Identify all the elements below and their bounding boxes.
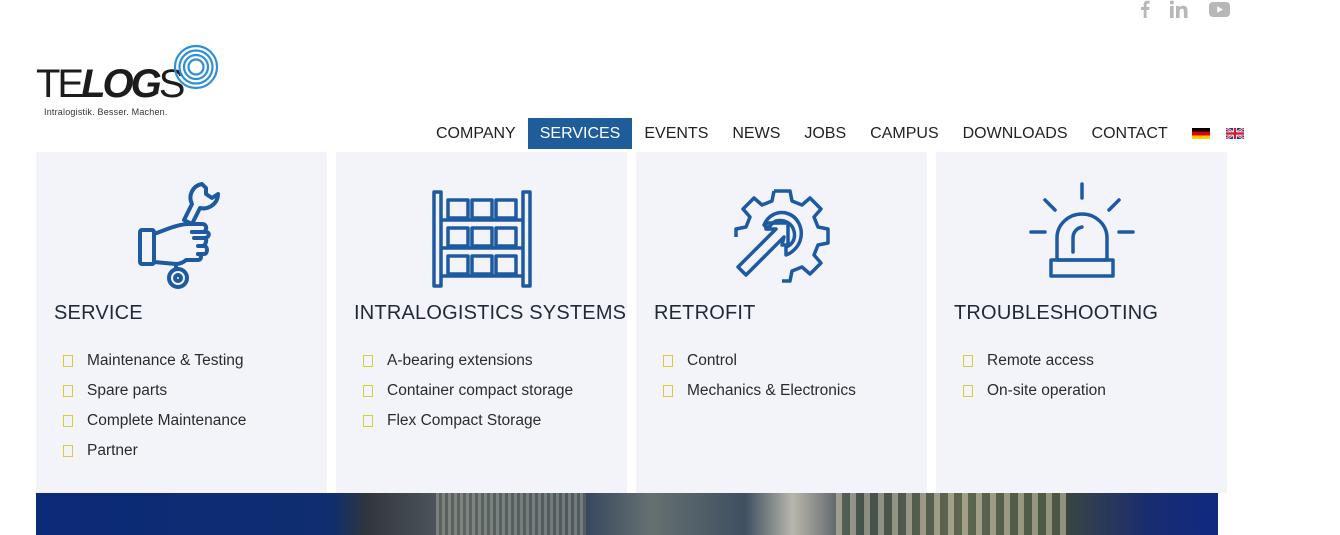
menu-title-retrofit[interactable]: RETROFIT (654, 302, 756, 325)
nav-item-downloads[interactable]: DOWNLOADS (951, 118, 1080, 149)
intralogistics-links: A-bearing extensions Container compact s… (363, 346, 573, 436)
wrench-hand-icon (137, 182, 220, 289)
list-item[interactable]: Remote access (963, 346, 1106, 376)
square-bullet-icon (963, 385, 973, 397)
square-bullet-icon (363, 385, 373, 397)
main-navigation: COMPANY SERVICES EVENTS NEWS JOBS CAMPUS… (424, 118, 1256, 149)
square-bullet-icon (63, 355, 73, 367)
facebook-icon[interactable] (1140, 0, 1150, 18)
link-text: Remote access (987, 352, 1094, 369)
logo-te: TE (36, 62, 84, 106)
menu-title-troubleshooting[interactable]: TROUBLESHOOTING (954, 302, 1158, 325)
list-item[interactable]: Mechanics & Electronics (663, 376, 856, 406)
logo-tagline: Intralogistik. Besser. Machen. (44, 107, 168, 117)
nav-item-news[interactable]: NEWS (720, 118, 792, 149)
logo-rings-icon (173, 44, 219, 90)
square-bullet-icon (663, 385, 673, 397)
list-item[interactable]: Container compact storage (363, 376, 573, 406)
link-text: Mechanics & Electronics (687, 382, 856, 399)
list-item[interactable]: Control (663, 346, 856, 376)
square-bullet-icon (63, 385, 73, 397)
link-text: On-site operation (987, 382, 1106, 399)
logo-log: LOG (81, 62, 162, 106)
menu-title-service[interactable]: SERVICE (54, 302, 143, 325)
square-bullet-icon (663, 355, 673, 367)
shelving-rack-icon (431, 190, 532, 288)
hero-image (36, 493, 1218, 535)
menu-column-service: SERVICE Maintenance & Testing Spare part… (36, 152, 327, 493)
retrofit-links: Control Mechanics & Electronics (663, 346, 856, 406)
telogs-logo[interactable]: TELOGS Intralogistik. Besser. Machen. (36, 44, 226, 124)
uk-flag-icon[interactable] (1225, 128, 1244, 139)
german-flag-icon[interactable] (1191, 128, 1210, 139)
services-mega-menu: SERVICE Maintenance & Testing Spare part… (36, 152, 1236, 493)
link-text: Complete Maintenance (87, 412, 247, 429)
link-text: A-bearing extensions (387, 352, 533, 369)
square-bullet-icon (963, 355, 973, 367)
list-item[interactable]: Flex Compact Storage (363, 406, 573, 436)
square-bullet-icon (363, 355, 373, 367)
nav-item-jobs[interactable]: JOBS (792, 118, 858, 149)
square-bullet-icon (363, 415, 373, 427)
menu-column-troubleshooting: TROUBLESHOOTING Remote access On-site op… (936, 152, 1227, 493)
nav-item-services[interactable]: SERVICES (527, 118, 633, 149)
nav-item-events[interactable]: EVENTS (632, 118, 720, 149)
link-text: Container compact storage (387, 382, 574, 399)
service-links: Maintenance & Testing Spare parts Comple… (63, 346, 246, 466)
gear-arrow-icon (733, 189, 830, 283)
list-item[interactable]: Complete Maintenance (63, 406, 246, 436)
square-bullet-icon (63, 415, 73, 427)
link-text: Maintenance & Testing (87, 352, 244, 369)
troubleshooting-links: Remote access On-site operation (963, 346, 1106, 406)
link-text: Spare parts (87, 382, 168, 399)
list-item[interactable]: A-bearing extensions (363, 346, 573, 376)
list-item[interactable]: On-site operation (963, 376, 1106, 406)
menu-column-retrofit: RETROFIT Control Mechanics & Electronics (636, 152, 927, 493)
list-item[interactable]: Spare parts (63, 376, 246, 406)
nav-item-contact[interactable]: CONTACT (1080, 118, 1180, 149)
siren-icon (1028, 182, 1135, 278)
menu-column-intralogistics: INTRALOGISTICS SYSTEMS A-bearing extensi… (336, 152, 627, 493)
nav-item-company[interactable]: COMPANY (424, 118, 528, 149)
linkedin-icon[interactable] (1170, 0, 1189, 18)
social-links (1140, 0, 1230, 18)
link-text: Control (687, 352, 737, 369)
list-item[interactable]: Partner (63, 436, 246, 466)
logo-wordmark: TELOGS (36, 62, 185, 106)
link-text: Flex Compact Storage (387, 412, 542, 429)
youtube-icon[interactable] (1209, 1, 1230, 17)
nav-item-campus[interactable]: CAMPUS (858, 118, 950, 149)
list-item[interactable]: Maintenance & Testing (63, 346, 246, 376)
menu-title-intralogistics[interactable]: INTRALOGISTICS SYSTEMS (354, 302, 626, 325)
link-text: Partner (87, 442, 138, 459)
square-bullet-icon (63, 445, 73, 457)
